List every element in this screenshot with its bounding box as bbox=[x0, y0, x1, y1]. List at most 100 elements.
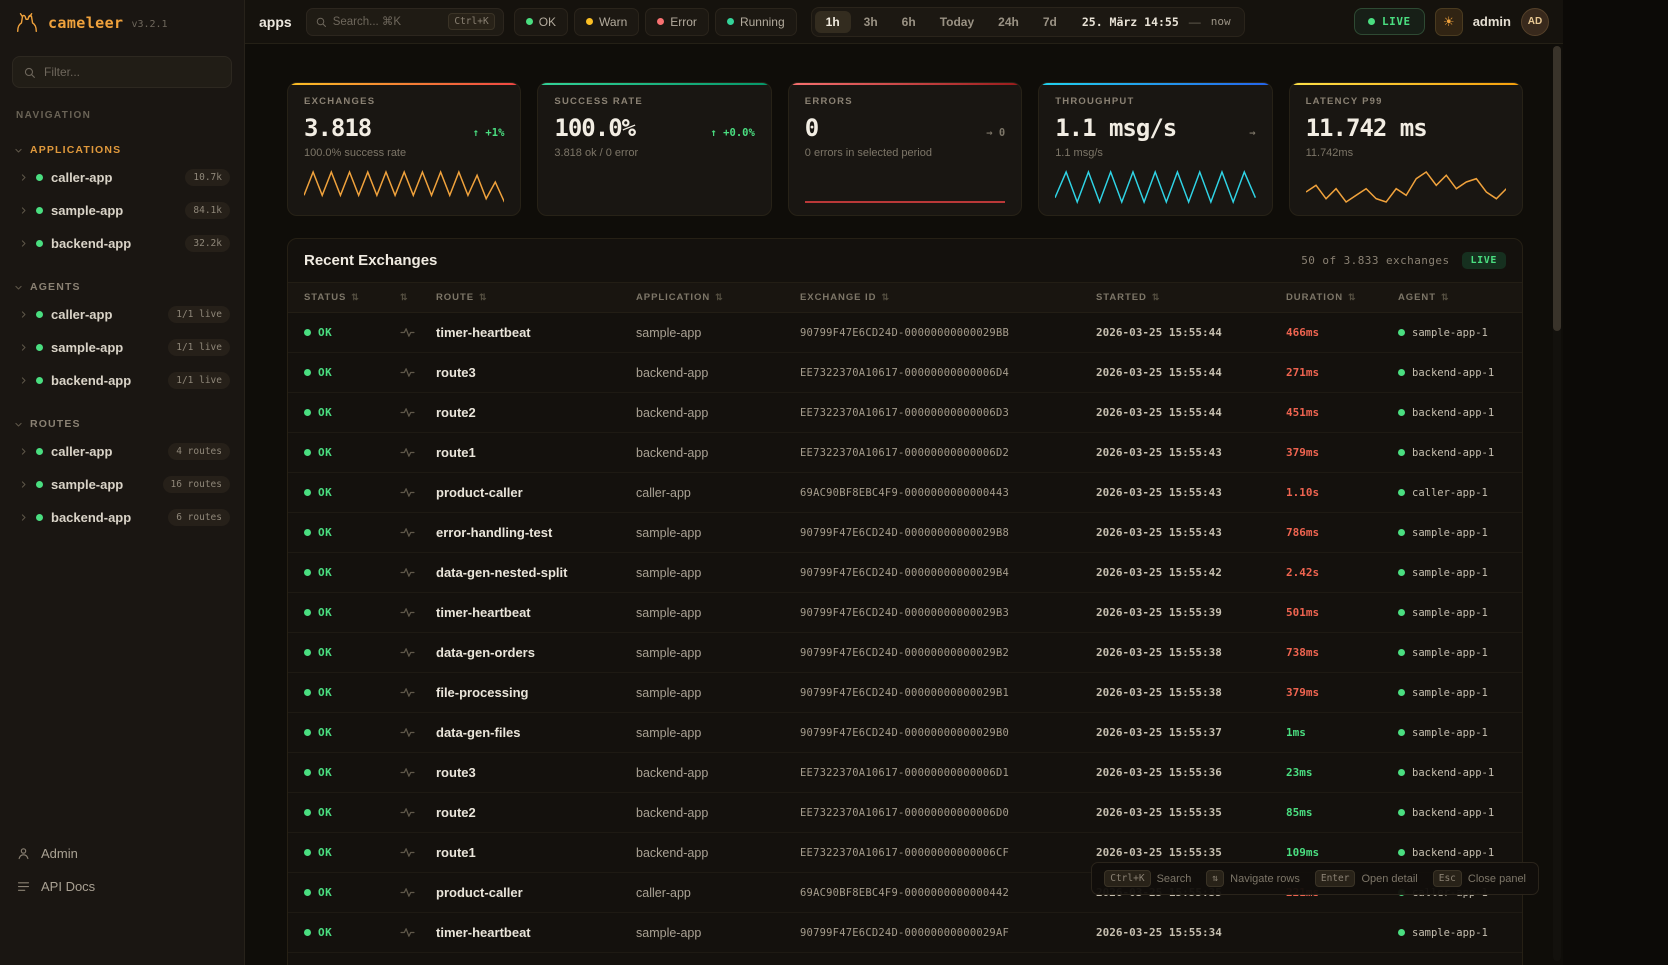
table-row[interactable]: OKerror-handling-testsample-app90799F47E… bbox=[288, 513, 1522, 553]
column-header-agent[interactable]: AGENT⇅ bbox=[1398, 292, 1506, 303]
status-dot bbox=[304, 489, 311, 496]
filter-chip-warn[interactable]: Warn bbox=[574, 8, 639, 36]
sidebar-item-caller-app[interactable]: caller-app10.7k bbox=[0, 161, 244, 194]
range-button-24h[interactable]: 24h bbox=[987, 11, 1030, 33]
card-accent-bar bbox=[789, 83, 1021, 85]
status-cell: OK bbox=[304, 406, 400, 419]
filter-chip-error[interactable]: Error bbox=[645, 8, 709, 36]
activity-cell bbox=[400, 607, 436, 618]
stat-value: 0 bbox=[805, 114, 818, 142]
agent-cell: sample-app-1 bbox=[1398, 727, 1506, 739]
footer-link-api-docs[interactable]: API Docs bbox=[0, 870, 244, 903]
column-header-exchange-id[interactable]: EXCHANGE ID⇅ bbox=[800, 292, 1096, 303]
search-input[interactable] bbox=[333, 16, 443, 28]
table-row[interactable]: OKtimer-heartbeatsample-app90799F47E6CD2… bbox=[288, 593, 1522, 633]
chevron-right-icon bbox=[19, 343, 28, 352]
panel-title: Recent Exchanges bbox=[304, 252, 437, 269]
section-header-agents[interactable]: AGENTS bbox=[0, 274, 244, 298]
column-header-route[interactable]: ROUTE⇅ bbox=[436, 292, 636, 303]
chevron-right-icon bbox=[19, 376, 28, 385]
exchange-id-cell: EE7322370A10617-00000000000006D1 bbox=[800, 767, 1096, 779]
table-row[interactable]: OKroute3backend-appEE7322370A10617-00000… bbox=[288, 353, 1522, 393]
status-cell: OK bbox=[304, 886, 400, 899]
application-cell: sample-app bbox=[636, 526, 800, 540]
route-cell: route2 bbox=[436, 405, 636, 420]
sidebar-item-backend-app[interactable]: backend-app6 routes bbox=[0, 501, 244, 534]
sidebar-item-caller-app[interactable]: caller-app4 routes bbox=[0, 435, 244, 468]
section-header-routes[interactable]: ROUTES bbox=[0, 411, 244, 435]
table-row[interactable]: OKerror-handling-testsample-app90799F47E… bbox=[288, 953, 1522, 965]
range-button-3h[interactable]: 3h bbox=[853, 11, 889, 33]
card-accent-bar bbox=[1039, 83, 1271, 85]
table-row[interactable]: OKfile-processingsample-app90799F47E6CD2… bbox=[288, 673, 1522, 713]
activity-icon bbox=[400, 447, 415, 458]
panel-meta: 50 of 3.833 exchanges LIVE bbox=[1301, 252, 1506, 269]
live-toggle-button[interactable]: LIVE bbox=[1354, 8, 1425, 35]
table-row[interactable]: OKroute1backend-appEE7322370A10617-00000… bbox=[288, 433, 1522, 473]
sparkline-wrap bbox=[805, 166, 1005, 206]
sidebar-item-sample-app[interactable]: sample-app1/1 live bbox=[0, 331, 244, 364]
table-row[interactable]: OKtimer-heartbeatsample-app90799F47E6CD2… bbox=[288, 913, 1522, 953]
range-button-today[interactable]: Today bbox=[929, 11, 985, 33]
column-header-started[interactable]: STARTED⇅ bbox=[1096, 292, 1286, 303]
status-dot bbox=[1398, 689, 1405, 696]
duration-cell: 379ms bbox=[1286, 446, 1398, 459]
range-button-7d[interactable]: 7d bbox=[1032, 11, 1068, 33]
started-cell: 2026-03-25 15:55:34 bbox=[1096, 926, 1286, 939]
table-row[interactable]: OKroute2backend-appEE7322370A10617-00000… bbox=[288, 793, 1522, 833]
sidebar-item-backend-app[interactable]: backend-app32.2k bbox=[0, 227, 244, 260]
sidebar-item-caller-app[interactable]: caller-app1/1 live bbox=[0, 298, 244, 331]
breadcrumb: apps bbox=[259, 14, 292, 30]
stat-delta: ↑ +0.0% bbox=[711, 127, 755, 139]
footer-link-admin[interactable]: Admin bbox=[0, 837, 244, 870]
column-header-icon[interactable]: ⇅ bbox=[400, 292, 436, 303]
theme-toggle-button[interactable]: ☀ bbox=[1435, 8, 1463, 36]
table-row[interactable]: OKdata-gen-nested-splitsample-app90799F4… bbox=[288, 553, 1522, 593]
chevron-right-icon bbox=[19, 480, 28, 489]
table-row[interactable]: OKtimer-heartbeatsample-app90799F47E6CD2… bbox=[288, 313, 1522, 353]
status-dot bbox=[304, 649, 311, 656]
sparkline-wrap bbox=[1055, 166, 1255, 206]
nav-label: NAVIGATION bbox=[16, 110, 228, 121]
stat-value: 11.742 ms bbox=[1306, 114, 1427, 142]
column-header-status[interactable]: STATUS⇅ bbox=[304, 292, 400, 303]
section-header-applications[interactable]: APPLICATIONS bbox=[0, 137, 244, 161]
stat-title: SUCCESS RATE bbox=[554, 96, 754, 107]
column-header-duration[interactable]: DURATION⇅ bbox=[1286, 292, 1398, 303]
activity-cell bbox=[400, 687, 436, 698]
agent-cell: caller-app-1 bbox=[1398, 487, 1506, 499]
table-row[interactable]: OKdata-gen-filessample-app90799F47E6CD24… bbox=[288, 713, 1522, 753]
filter-chip-running[interactable]: Running bbox=[715, 8, 797, 36]
exchange-id-cell: EE7322370A10617-00000000000006D4 bbox=[800, 367, 1096, 379]
sidebar-item-backend-app[interactable]: backend-app1/1 live bbox=[0, 364, 244, 397]
table-row[interactable]: OKroute2backend-appEE7322370A10617-00000… bbox=[288, 393, 1522, 433]
sidebar-footer: AdminAPI Docs bbox=[0, 829, 244, 965]
activity-icon bbox=[400, 847, 415, 858]
sidebar-item-sample-app[interactable]: sample-app84.1k bbox=[0, 194, 244, 227]
table-row[interactable]: OKproduct-callercaller-app69AC90BF8EBC4F… bbox=[288, 473, 1522, 513]
avatar[interactable]: AD bbox=[1521, 8, 1549, 36]
nav-section-agents: AGENTScaller-app1/1 livesample-app1/1 li… bbox=[0, 274, 244, 397]
sidebar-filter-input[interactable] bbox=[44, 65, 221, 79]
duration-cell: 466ms bbox=[1286, 326, 1398, 339]
sidebar: cameleer v3.2.1 NAVIGATION APPLICATIONSc… bbox=[0, 0, 245, 965]
column-header-application[interactable]: APPLICATION⇅ bbox=[636, 292, 800, 303]
kbd-ctrl-k: Ctrl+K bbox=[1104, 870, 1150, 887]
table-row[interactable]: OKdata-gen-orderssample-app90799F47E6CD2… bbox=[288, 633, 1522, 673]
stat-card-errors: ERRORS0→ 00 errors in selected period bbox=[788, 82, 1022, 216]
range-button-1h[interactable]: 1h bbox=[815, 11, 851, 33]
status-dot bbox=[727, 18, 734, 25]
status-cell: OK bbox=[304, 846, 400, 859]
activity-cell bbox=[400, 767, 436, 778]
exchange-id-cell: 90799F47E6CD24D-00000000000029B8 bbox=[800, 527, 1096, 539]
scrollbar-thumb[interactable] bbox=[1553, 46, 1561, 331]
range-button-6h[interactable]: 6h bbox=[891, 11, 927, 33]
activity-cell bbox=[400, 367, 436, 378]
filter-chip-ok[interactable]: OK bbox=[514, 8, 568, 36]
sidebar-item-sample-app[interactable]: sample-app16 routes bbox=[0, 468, 244, 501]
status-dot bbox=[1398, 449, 1405, 456]
status-dot bbox=[36, 344, 43, 351]
live-dot-icon bbox=[1368, 18, 1375, 25]
activity-icon bbox=[400, 767, 415, 778]
table-row[interactable]: OKroute3backend-appEE7322370A10617-00000… bbox=[288, 753, 1522, 793]
